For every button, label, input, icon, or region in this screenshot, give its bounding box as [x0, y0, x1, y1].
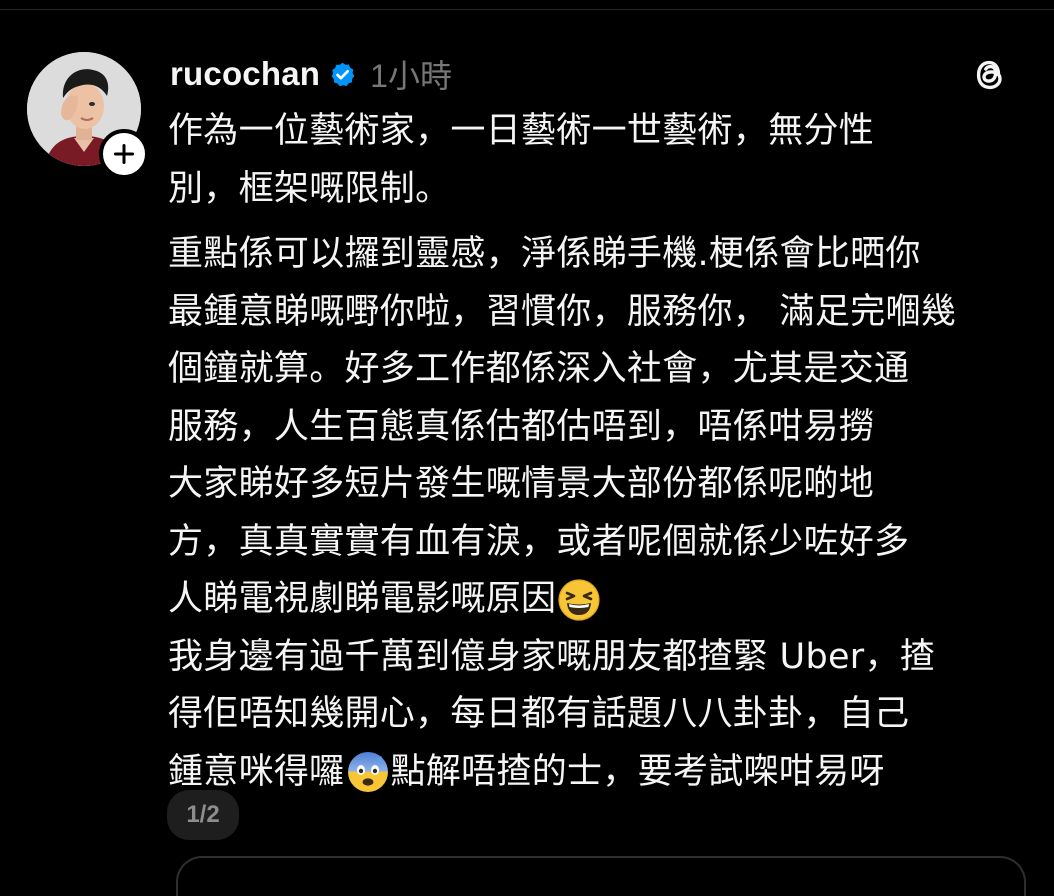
- post-text-line: 方，真真實實有血有淚，或者呢個就係少咗好多: [168, 521, 910, 562]
- quoted-post-card[interactable]: [176, 856, 1026, 896]
- anxious-face-with-sweat-emoji-icon: [347, 752, 388, 793]
- post-text-line: 大家睇好多短片發生嘅情景大部份都係呢啲地: [168, 464, 875, 504]
- plus-icon: [114, 144, 134, 164]
- post-text-line: 重點係可以攞到靈感，淨係睇手機.梗係會比晒你: [168, 234, 921, 274]
- post-text-line: 得佢唔知幾開心，每日都有話題八八卦卦，自己: [168, 694, 910, 734]
- post-text-segment: 人睇電視劇睇電影嘅原因: [168, 579, 557, 619]
- post-text-line: 個鐘就算。好多工作都係深入社會，尤其是交通: [168, 349, 910, 389]
- post-text-segment: 點解唔揸的士，要考試㗎咁易呀: [390, 751, 885, 792]
- verified-badge-icon: [331, 62, 355, 86]
- post-text-line: 最鍾意睇嘅嘢你啦，習慣你，服務你， 滿足完嗰幾: [168, 291, 957, 332]
- username[interactable]: rucochan: [170, 55, 320, 93]
- post-text-line-with-emoji: 人睇電視劇睇電影嘅原因: [168, 571, 1028, 629]
- grinning-squinting-face-emoji-icon: [558, 579, 600, 621]
- follow-button[interactable]: [99, 129, 149, 179]
- top-divider: [0, 9, 1054, 10]
- post-text-line: 作為一位藝術家，一日藝術一世藝術，無分性: [168, 111, 875, 151]
- post-text-line-with-emoji: 鍾意咪得囉 點解唔揸的士，要考試㗎咁易呀: [168, 744, 1028, 802]
- post-timestamp: 1小時: [370, 58, 452, 94]
- post-text-line: 別，框架嘅限制。: [168, 168, 451, 209]
- post-text-line: 我身邊有過千萬到億身家嘅朋友都揸緊 Uber，揸: [168, 636, 936, 677]
- threads-logo-icon[interactable]: [969, 54, 1011, 96]
- post-text-line: 服務，人生百態真係估都估唔到，唔係咁易撈: [168, 406, 875, 447]
- page-indicator: 1/2: [167, 790, 239, 840]
- post-text: 作為一位藝術家，一日藝術一世藝術，無分性 別，框架嘅限制。 重點係可以攞到靈感，…: [168, 103, 1028, 801]
- post-header: rucochan 1小時: [170, 52, 452, 96]
